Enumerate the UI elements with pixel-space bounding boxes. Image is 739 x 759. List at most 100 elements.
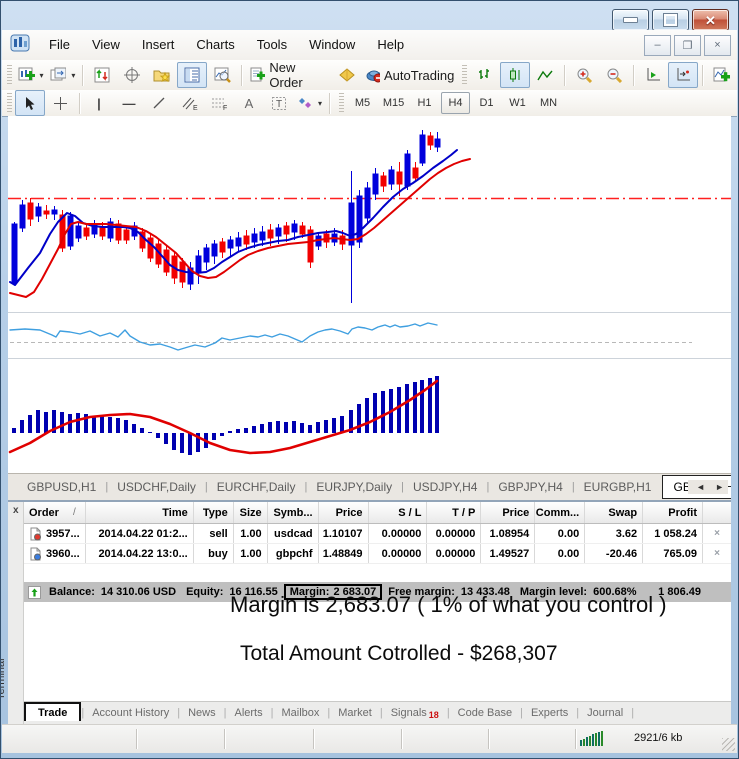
timeframe-m5[interactable]: M5 bbox=[348, 92, 377, 114]
horizontal-line-tool-button[interactable]: — bbox=[114, 90, 144, 116]
terminal-tab-market[interactable]: Market bbox=[330, 704, 380, 722]
crosshair-tool-button[interactable] bbox=[45, 90, 75, 116]
terminal-tab-news[interactable]: News bbox=[180, 704, 224, 722]
toolbar-drag-handle[interactable] bbox=[339, 93, 345, 113]
column-header-profit[interactable]: Profit bbox=[643, 502, 704, 523]
order-cell: 3957... bbox=[24, 524, 86, 543]
terminal-tab-trade[interactable]: Trade bbox=[24, 702, 82, 721]
chart-restore-button[interactable]: ❐ bbox=[674, 34, 701, 56]
column-header-price[interactable]: Price bbox=[481, 502, 536, 523]
toolbar-drag-handle[interactable] bbox=[462, 65, 468, 85]
timeframe-d1[interactable]: D1 bbox=[472, 92, 501, 114]
timeframe-h1[interactable]: H1 bbox=[410, 92, 439, 114]
column-header-sl[interactable]: S / L bbox=[369, 502, 428, 523]
metaeditor-button[interactable] bbox=[332, 62, 362, 88]
arrows-tool-button[interactable]: ▾ bbox=[294, 90, 325, 116]
close-order-button[interactable]: × bbox=[703, 544, 731, 563]
strategy-tester-button[interactable] bbox=[207, 62, 237, 88]
window-maximize-button[interactable] bbox=[652, 9, 689, 31]
chart-minimize-button[interactable]: – bbox=[644, 34, 671, 56]
chart-close-button[interactable]: × bbox=[704, 34, 731, 56]
terminal-button[interactable] bbox=[177, 62, 208, 88]
total-controlled-annotation: Total Amount Cotrolled - $268,307 bbox=[240, 642, 558, 665]
text-tool-button[interactable]: A bbox=[234, 90, 264, 116]
terminal-tab-mailbox[interactable]: Mailbox bbox=[273, 704, 327, 722]
terminal-tab-signals[interactable]: Signals 18 bbox=[383, 704, 447, 723]
zoom-out-icon bbox=[607, 68, 622, 83]
timeframe-w1[interactable]: W1 bbox=[503, 92, 532, 114]
tab-scroll-right-button[interactable]: ► bbox=[711, 480, 728, 494]
column-header-symb[interactable]: Symb... bbox=[268, 502, 319, 523]
terminal-tab-journal[interactable]: Journal bbox=[579, 704, 631, 722]
title-bar[interactable]: ✕ bbox=[0, 0, 739, 31]
column-header-size[interactable]: Size bbox=[234, 502, 268, 523]
resize-grip[interactable] bbox=[722, 738, 735, 751]
chart-tab-gbpjpy-h4[interactable]: GBPJPY,H4 bbox=[489, 475, 571, 499]
autotrading-button[interactable]: AutoTrading bbox=[362, 62, 457, 88]
text-label-tool-button[interactable]: T bbox=[264, 90, 294, 116]
terminal-tab-alerts[interactable]: Alerts bbox=[226, 704, 270, 722]
menu-charts[interactable]: Charts bbox=[185, 34, 245, 55]
terminal-tab-account-history[interactable]: Account History bbox=[84, 704, 177, 722]
chart-tab-eurchf-daily[interactable]: EURCHF,Daily bbox=[208, 475, 305, 499]
window-minimize-button[interactable] bbox=[612, 9, 649, 31]
fibonacci-icon: F bbox=[212, 98, 227, 111]
order-type-icon bbox=[30, 527, 41, 540]
candlestick-mode-button[interactable] bbox=[500, 62, 531, 88]
profiles-button[interactable]: ▾ bbox=[47, 62, 79, 88]
menu-view[interactable]: View bbox=[81, 34, 131, 55]
order-cell: 0.00 bbox=[535, 524, 586, 543]
menu-insert[interactable]: Insert bbox=[131, 34, 186, 55]
column-header-price[interactable]: Price bbox=[319, 502, 369, 523]
chart-shift-button[interactable] bbox=[668, 62, 699, 88]
menu-help[interactable]: Help bbox=[366, 34, 415, 55]
column-header-swap[interactable]: Swap bbox=[585, 502, 644, 523]
equidistant-channel-tool-button[interactable]: E bbox=[174, 90, 204, 116]
column-header-type[interactable]: Type bbox=[194, 502, 234, 523]
column-header-tp[interactable]: T / P bbox=[427, 502, 482, 523]
zoom-out-button[interactable] bbox=[599, 62, 629, 88]
data-window-button[interactable] bbox=[117, 62, 147, 88]
terminal-tab-experts[interactable]: Experts bbox=[523, 704, 576, 722]
close-order-button[interactable]: × bbox=[703, 524, 731, 543]
terminal-tab-code-base[interactable]: Code Base bbox=[450, 704, 520, 722]
order-cell: 1.08954 bbox=[481, 524, 536, 543]
window-close-button[interactable]: ✕ bbox=[692, 9, 729, 31]
cursor-tool-button[interactable] bbox=[15, 90, 45, 116]
menu-window[interactable]: Window bbox=[298, 34, 366, 55]
order-row[interactable]: 3960... 2014.04.22 13:0... buy 1.00 gbpchf 1.… bbox=[24, 544, 731, 564]
timeframe-m15[interactable]: M15 bbox=[379, 92, 408, 114]
orders-table-header[interactable]: Order / Time Type Size Symb... Price S / LT / P… bbox=[24, 502, 731, 524]
new-order-button[interactable]: New Order bbox=[246, 60, 332, 90]
column-header-comm[interactable]: Comm... bbox=[535, 502, 586, 523]
chart-tab-usdjpy-h4[interactable]: USDJPY,H4 bbox=[404, 475, 486, 499]
tab-scroll-left-button[interactable]: ◄ bbox=[692, 480, 709, 494]
chart-tab-usdchf-daily[interactable]: USDCHF,Daily bbox=[108, 475, 205, 499]
toolbar-drag-handle[interactable] bbox=[7, 65, 12, 85]
timeframe-h4[interactable]: H4 bbox=[441, 92, 471, 114]
chart-tab-eurgbp-h1[interactable]: EURGBP,H1 bbox=[575, 475, 661, 499]
trendline-tool-button[interactable] bbox=[144, 90, 174, 116]
toolbar-drag-handle[interactable] bbox=[7, 93, 12, 113]
new-chart-button[interactable]: ▾ bbox=[15, 62, 47, 88]
timeframe-mn[interactable]: MN bbox=[534, 92, 563, 114]
auto-scroll-button[interactable] bbox=[638, 62, 668, 88]
chart-tab-eurjpy-daily[interactable]: EURJPY,Daily bbox=[307, 475, 401, 499]
chart-canvas-gbpchf-h4[interactable] bbox=[8, 116, 731, 473]
fibonacci-tool-button[interactable]: F bbox=[204, 90, 234, 116]
indicators-button[interactable] bbox=[707, 62, 737, 88]
chart-tab-gbpusd-h1[interactable]: GBPUSD,H1 bbox=[18, 475, 105, 499]
menu-file[interactable]: File bbox=[38, 34, 81, 55]
vertical-line-tool-button[interactable]: | bbox=[84, 90, 114, 116]
column-header-order[interactable]: Order / bbox=[24, 502, 86, 523]
zoom-in-button[interactable] bbox=[569, 62, 599, 88]
bar-chart-mode-button[interactable] bbox=[470, 62, 500, 88]
order-row[interactable]: 3957... 2014.04.22 01:2... sell 1.00 usdcad 1… bbox=[24, 524, 731, 544]
data-window-icon bbox=[124, 67, 141, 83]
menu-tools[interactable]: Tools bbox=[246, 34, 298, 55]
line-chart-mode-button[interactable] bbox=[530, 62, 560, 88]
terminal-close-button[interactable]: x bbox=[10, 505, 22, 517]
navigator-button[interactable] bbox=[147, 62, 177, 88]
market-watch-button[interactable] bbox=[87, 62, 117, 88]
column-header-time[interactable]: Time bbox=[86, 502, 194, 523]
